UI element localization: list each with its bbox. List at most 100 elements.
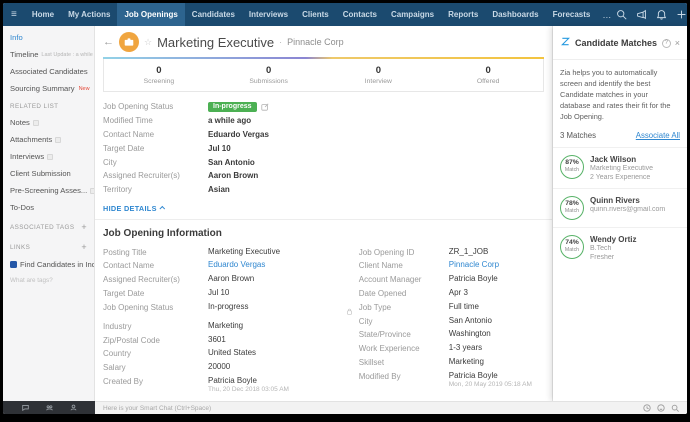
pipeline-progress-line	[103, 57, 544, 59]
nav-item-interviews[interactable]: Interviews	[242, 3, 295, 26]
sidebar-item-attachments[interactable]: Attachments	[10, 135, 87, 144]
nav-item-forecasts[interactable]: Forecasts	[546, 3, 598, 26]
candidate-name: Jack Wilson	[590, 154, 637, 164]
stat-submissions[interactable]: 0 Submissions	[214, 65, 324, 85]
associate-all-link[interactable]: Associate All	[636, 131, 680, 140]
app-window: ≡ Home My Actions Job Openings Candidate…	[3, 3, 687, 414]
sidebar-item-pre-screening[interactable]: Pre-Screening Asses...	[10, 186, 94, 195]
job-opening-avatar	[119, 32, 139, 52]
stat-screening[interactable]: 0 Screening	[104, 65, 214, 85]
summary-row: Modified Time a while ago	[103, 116, 252, 126]
nav-item-job-openings[interactable]: Job Openings	[117, 3, 185, 26]
summary-row: Target Date Jul 10	[103, 143, 231, 153]
count-badge	[32, 119, 39, 126]
nav-item-candidates[interactable]: Candidates	[185, 3, 242, 26]
bell-icon[interactable]	[656, 9, 667, 20]
chevron-up-icon	[159, 205, 165, 212]
recent-items-icon[interactable]	[643, 404, 651, 412]
summary-fields: Job Opening Status In-progress Modified …	[95, 92, 552, 197]
sidebar-item-sourcing-summary[interactable]: Sourcing Summary New	[10, 84, 90, 93]
nav-item-contacts[interactable]: Contacts	[336, 3, 384, 26]
field-row: Industry Marketing	[103, 320, 244, 331]
match-percent-ring: 78% Match	[560, 195, 584, 220]
pipeline-stats: 0 Screening 0 Submissions 0 Interview 0 Offe…	[103, 57, 544, 92]
candidate-matches-panel: Candidate Matches ? × Zia helps you to a…	[553, 26, 687, 401]
stat-offered[interactable]: 0 Offered	[433, 65, 543, 85]
star-icon[interactable]: ☆	[144, 37, 152, 48]
zia-icon	[560, 34, 571, 52]
sidebar-item-timeline[interactable]: Timeline Last Update : a while ago	[10, 50, 94, 59]
sidebar-item-notes[interactable]: Notes	[10, 118, 87, 127]
sidebar-item-info[interactable]: Info	[10, 33, 87, 42]
match-percent-ring: 87% Match	[560, 154, 584, 179]
indeed-icon	[10, 261, 17, 268]
page-title: Marketing Executive	[157, 34, 275, 50]
contact-name-link[interactable]: Eduardo Vergas	[208, 260, 265, 269]
nav-overflow-icon[interactable]: …	[597, 10, 616, 20]
match-item-wendy-ortiz[interactable]: 74% Match Wendy Ortiz B.Tech Fresher	[553, 226, 687, 268]
status-badge[interactable]: In-progress	[208, 101, 257, 112]
hamburger-icon[interactable]: ≡	[11, 9, 17, 20]
client-name-subtitle: Pinnacle Corp	[287, 37, 344, 47]
client-name-link[interactable]: Pinnacle Corp	[449, 260, 499, 269]
bottom-bar: Here is your Smart Chat (Ctrl+Space)	[3, 401, 687, 414]
help-icon[interactable]: ?	[661, 38, 671, 48]
sidebar-item-todos[interactable]: To-Dos	[10, 203, 87, 212]
close-icon[interactable]: ×	[675, 38, 680, 48]
field-row: Job Opening ID ZR_1_JOB	[358, 246, 489, 257]
sidebar-item-find-candidates-indeed[interactable]: Find Candidates in Indeed	[10, 260, 94, 269]
chat-bubble-icon[interactable]	[21, 404, 29, 411]
channels-icon[interactable]	[45, 404, 53, 411]
nav-item-home[interactable]: Home	[25, 3, 61, 26]
contacts-icon[interactable]	[70, 404, 77, 411]
field-row: City San Antonio	[358, 315, 492, 326]
field-row: Modified By Patricia Boyle Mon, 20 May 2…	[358, 370, 532, 388]
add-link-icon[interactable]: +	[81, 242, 87, 252]
megaphone-icon[interactable]	[636, 9, 647, 20]
add-tag-icon[interactable]: +	[81, 222, 87, 232]
nav-item-dashboards[interactable]: Dashboards	[485, 3, 545, 26]
field-row: Contact Name Eduardo Vergas	[103, 260, 266, 271]
hide-details-toggle[interactable]: HIDE DETAILS	[103, 204, 544, 213]
smart-chat-bar[interactable]: Here is your Smart Chat (Ctrl+Space)	[95, 401, 687, 414]
nav-item-clients[interactable]: Clients	[295, 3, 336, 26]
related-list-header: RELATED LIST	[10, 103, 59, 110]
what-are-tags-hint[interactable]: What are tags?	[10, 277, 87, 284]
field-row: Account Manager Patricia Boyle	[358, 274, 498, 285]
briefcase-icon	[124, 38, 134, 46]
field-row: Skillset Marketing	[358, 356, 484, 367]
match-item-jack-wilson[interactable]: 87% Match Jack Wilson Marketing Executiv…	[553, 146, 687, 188]
matches-count: 3 Matches	[560, 130, 596, 140]
count-badge	[55, 136, 62, 143]
candidate-name: Quinn Rivers	[590, 195, 640, 205]
back-icon[interactable]: ←	[103, 36, 114, 48]
field-row: Job Opening Status In-progress	[103, 301, 359, 320]
top-nav: ≡ Home My Actions Job Openings Candidate…	[3, 3, 687, 26]
summary-row: Job Opening Status In-progress	[103, 100, 544, 114]
sidebar-item-associated-candidates[interactable]: Associated Candidates	[10, 67, 88, 76]
field-row: Assigned Recruiter(s) Aaron Brown	[103, 274, 255, 285]
nav-item-reports[interactable]: Reports	[441, 3, 485, 26]
section-title: Job Opening Information	[103, 227, 222, 239]
left-sidebar: Info Timeline Last Update : a while ago …	[3, 26, 95, 401]
count-badge	[47, 153, 54, 160]
nav-item-campaigns[interactable]: Campaigns	[384, 3, 441, 26]
sidebar-item-client-submission[interactable]: Client Submission	[10, 169, 87, 178]
stat-interview[interactable]: 0 Interview	[324, 65, 434, 85]
cliq-dock	[3, 401, 95, 414]
edit-status-icon[interactable]	[260, 103, 269, 111]
match-item-quinn-rivers[interactable]: 78% Match Quinn Rivers quinn.rivers@gmai…	[553, 187, 687, 227]
add-icon[interactable]	[676, 9, 687, 20]
search-icon[interactable]	[616, 9, 627, 20]
field-row: Salary 20000	[103, 362, 231, 373]
field-row: Work Experience 1-3 years	[358, 343, 483, 354]
feedback-smiley-icon[interactable]	[657, 404, 665, 412]
modified-time: Mon, 20 May 2019 05:18 AM	[448, 380, 532, 388]
sidebar-item-interviews[interactable]: Interviews	[10, 152, 87, 161]
summary-row: Territory Asian	[103, 185, 230, 195]
zoom-search-icon[interactable]	[671, 404, 679, 412]
candidate-detail: 2 Years Experience	[590, 173, 651, 181]
nav-item-my-actions[interactable]: My Actions	[61, 3, 117, 26]
summary-row: Contact Name Eduardo Vergas	[103, 129, 269, 139]
candidate-detail: Marketing Executive	[590, 165, 654, 173]
